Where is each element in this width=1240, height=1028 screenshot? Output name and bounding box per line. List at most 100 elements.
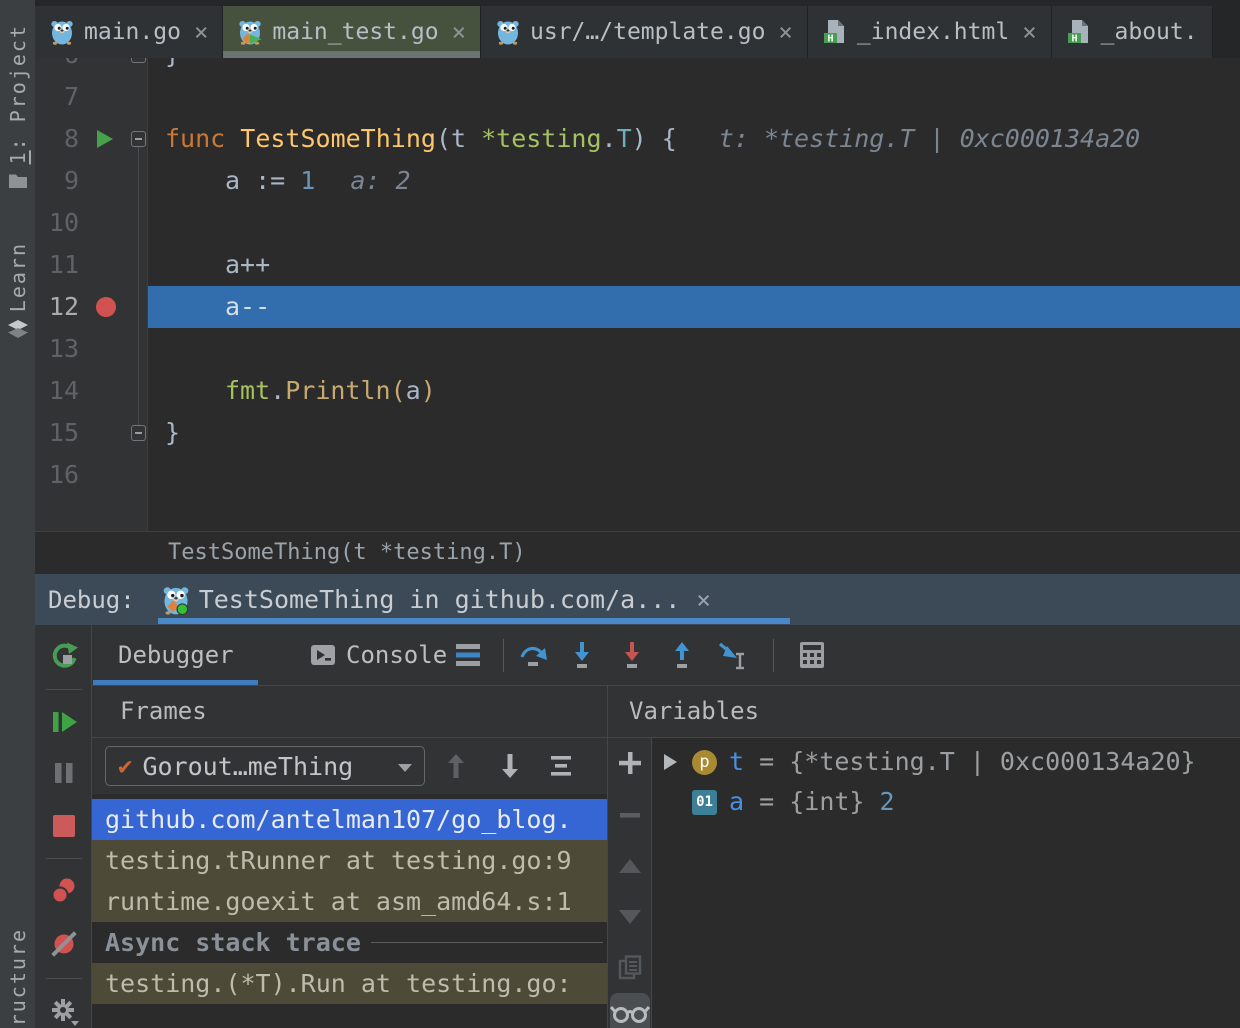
token: *testing [481,124,601,153]
code-text[interactable]: fmt.Println(a) [148,370,1240,412]
tab-close-icon[interactable]: × [1022,20,1036,44]
checkmark-icon: ✔ [118,752,132,780]
line-number[interactable]: 12 [35,286,79,328]
debug-session-active-underline [158,618,790,624]
editor-line-16[interactable]: 16 [35,454,1240,496]
step-out-button[interactable] [667,640,697,670]
editor-tab-_about.[interactable]: H _about. [1052,6,1213,58]
code-text[interactable]: } [148,412,1240,454]
code-text[interactable]: } [148,58,1240,76]
previous-frame-button[interactable] [442,752,470,780]
variable-row[interactable]: pt = {*testing.T | 0xc000134a20} [652,742,1240,782]
token: 1 [300,166,315,195]
fold-marker-icon[interactable] [131,425,146,441]
line-number[interactable]: 16 [35,454,79,496]
run-test-icon[interactable] [97,130,113,148]
line-number[interactable]: 15 [35,412,79,454]
tab-close-icon[interactable]: × [778,20,792,44]
evaluate-expression-button[interactable] [797,640,827,670]
show-watches-button[interactable] [610,993,650,1028]
code-text[interactable]: a := 1a: 2 [148,160,1240,202]
remove-watch-button[interactable] [616,801,644,829]
code-editor[interactable]: 6}78func TestSomeThing(t *testing.T) {t:… [35,58,1240,531]
frames-list: github.com/antelman107/go_blog.testing.t… [92,794,607,1028]
fold-marker-icon[interactable] [131,58,146,63]
frame-row[interactable]: runtime.goexit at asm_amd64.s:1 [92,881,607,922]
breakpoint-icon[interactable] [96,297,116,317]
editor-tab-main_test.go[interactable]: main_test.go× [223,6,481,58]
stripe-item-project[interactable]: 1: Project [0,24,35,189]
add-watch-button[interactable] [616,749,644,777]
tab-close-icon[interactable]: × [452,20,466,44]
stripe-item-label: Structure [6,928,30,1028]
tab-console[interactable]: Console [310,625,447,685]
code-text[interactable]: a-- [148,286,1240,328]
hide-library-frames-button[interactable] [547,752,575,780]
code-text[interactable]: func TestSomeThing(t *testing.T) {t: *te… [148,118,1240,160]
editor-line-6[interactable]: 6} [35,58,1240,76]
editor-line-12[interactable]: 12 a-- [35,286,1240,328]
editor-line-10[interactable]: 10 [35,202,1240,244]
run-to-cursor-button[interactable] [717,640,747,670]
resume-button[interactable] [49,707,79,737]
editor-tab-_index.html[interactable]: H_index.html× [808,6,1052,58]
step-into-button[interactable] [567,640,597,670]
goroutine-selector[interactable]: ✔ Gorout…meThing [105,746,425,786]
token: ( [391,376,406,405]
line-number[interactable]: 13 [35,328,79,370]
duplicate-watch-button[interactable] [616,954,644,982]
token: a-- [225,292,270,321]
layout-settings-button[interactable] [453,640,483,670]
editor-tab-usrtemplate.go[interactable]: usr/…/template.go× [481,6,808,58]
editor-line-15[interactable]: 15} [35,412,1240,454]
step-over-button[interactable] [518,640,548,670]
view-breakpoints-button[interactable] [49,876,79,906]
toolbar-separator [46,978,82,979]
rerun-button[interactable] [49,641,79,671]
frame-row[interactable]: github.com/antelman107/go_blog. [92,799,607,840]
html-file-icon: H [1066,19,1092,45]
chevron-down-icon [398,764,412,772]
close-icon[interactable]: × [696,586,710,614]
tab-debugger[interactable]: Debugger [118,625,234,685]
frame-row[interactable]: testing.(*T).Run at testing.go: [92,963,607,1004]
stripe-item-structure[interactable]: Structure [0,928,35,1028]
force-step-into-button[interactable] [617,640,647,670]
editor-line-7[interactable]: 7 [35,76,1240,118]
breadcrumb[interactable]: TestSomeThing(t *testing.T) [35,531,1240,573]
line-number[interactable]: 9 [35,160,79,202]
variable-value: = {*testing.T | 0xc000134a20} [744,747,1196,776]
stop-button[interactable] [49,811,79,841]
editor-line-11[interactable]: 11 a++ [35,244,1240,286]
editor-line-9[interactable]: 9 a := 1a: 2 [35,160,1240,202]
editor-line-13[interactable]: 13 [35,328,1240,370]
code-text[interactable]: a++ [148,244,1240,286]
pause-button[interactable] [49,758,79,788]
debugger-settings-button[interactable] [49,996,79,1026]
frame-row[interactable]: testing.tRunner at testing.go:9 [92,840,607,881]
token: a [406,376,421,405]
variable-row[interactable]: 01a = {int} 2 [652,782,1240,822]
ide-window: 1: Project Learn Structure main.go×main_te… [0,0,1240,1028]
move-down-button[interactable] [616,903,644,931]
svg-text:H: H [1071,34,1077,45]
line-number[interactable]: 8 [35,118,79,160]
next-frame-button[interactable] [496,752,524,780]
editor-line-14[interactable]: 14 fmt.Println(a) [35,370,1240,412]
tab-label: _about. [1101,19,1198,45]
mute-breakpoints-button[interactable] [49,929,79,959]
line-number[interactable]: 6 [35,58,79,76]
move-up-button[interactable] [616,852,644,880]
token: } [165,58,180,69]
tab-close-icon[interactable]: × [194,20,208,44]
fold-marker-icon[interactable] [131,131,146,147]
line-number[interactable]: 10 [35,202,79,244]
editor-line-8[interactable]: 8 func TestSomeThing(t *testing.T) {t: *t… [35,118,1240,160]
line-number[interactable]: 7 [35,76,79,118]
line-number[interactable]: 11 [35,244,79,286]
toolbar-separator [46,689,82,690]
stripe-item-learn[interactable]: Learn [0,242,35,338]
editor-tab-main.go[interactable]: main.go× [35,6,223,58]
line-number[interactable]: 14 [35,370,79,412]
expand-arrow-icon[interactable] [664,754,677,770]
